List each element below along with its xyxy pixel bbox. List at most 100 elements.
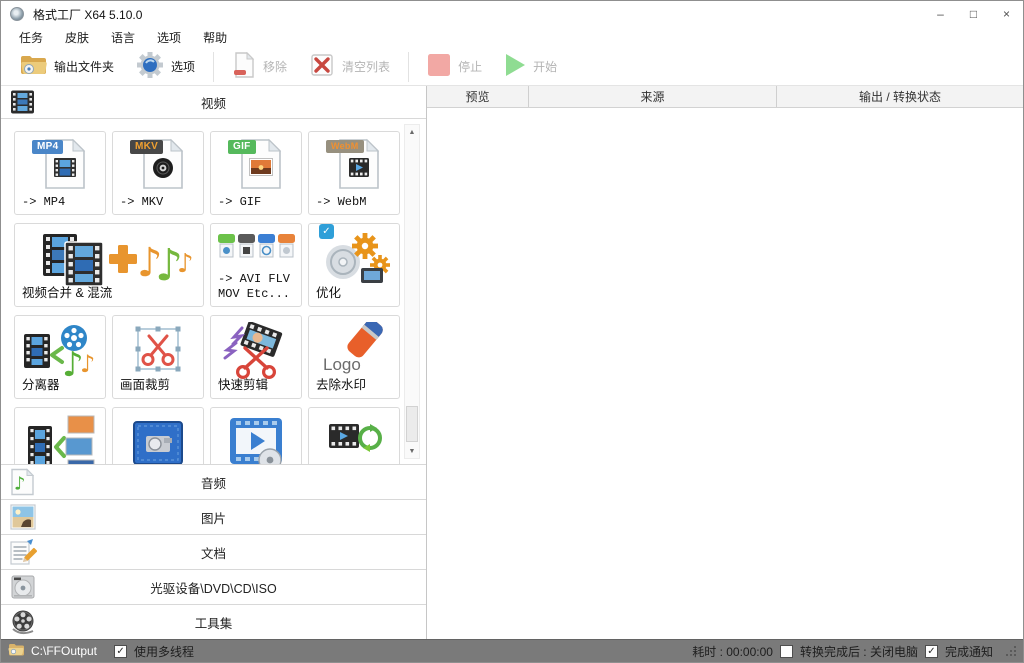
tile-label: 快速剪辑 [218,378,296,394]
column-output-status[interactable]: 输出 / 转换状态 [777,86,1023,107]
audio-note-icon: ♪ [10,469,34,496]
picture-photo-icon [10,504,36,530]
tile-label: -> GIF [218,195,296,210]
task-list-panel: 预览 来源 输出 / 转换状态 [427,86,1023,639]
multi-format-icon [211,230,301,264]
menu-skin[interactable]: 皮肤 [62,29,100,46]
window-title: 格式工厂 X64 5.10.0 [33,6,142,23]
tile-quick-clip[interactable]: 快速剪辑 [210,315,302,399]
tile-to-mkv[interactable]: MKV -> MKV [112,131,204,215]
menu-options[interactable]: 选项 [154,29,192,46]
category-rom-label: 光驱设备\DVD\CD\ISO [1,578,426,597]
category-audio-label: 音频 [1,473,426,492]
video-merge-mux-icon: ♪ ♪ ♪ [15,232,203,286]
category-toolset[interactable]: 工具集 [1,604,426,639]
film-reel-icon [10,609,36,635]
multithread-checkbox[interactable]: ✓ [114,645,127,658]
menu-help[interactable]: 帮助 [200,29,238,46]
toolbar-separator [408,52,409,82]
tile-video-refresh[interactable] [308,407,400,464]
category-rom-dvd-cd-iso[interactable]: 光驱设备\DVD\CD\ISO [1,569,426,604]
mkv-document-icon: MKV [113,138,203,192]
menu-bar: 任务 皮肤 语言 选项 帮助 [1,27,1023,48]
output-folder-label: 输出文件夹 [54,58,114,75]
tile-optimize[interactable]: ✓ 优化 [308,223,400,307]
toolbar: 输出文件夹 选项 [1,48,1023,86]
tile-to-webm[interactable]: WebM -> WebM [308,131,400,215]
options-button[interactable]: 选项 [125,50,206,84]
remove-file-icon [232,52,256,81]
gif-badge: GIF [228,140,256,154]
tile-to-gif[interactable]: GIF -> GIF [210,131,302,215]
video-play-frame-icon [211,414,301,464]
options-label: 选项 [171,58,195,75]
tile-label: -> MKV [120,195,198,210]
minimize-button[interactable]: – [924,1,957,27]
tile-label: 优化 [316,286,394,302]
mkv-badge: MKV [130,140,163,154]
close-button[interactable]: × [990,1,1023,27]
tile-scrollbar[interactable]: ▲ ▼ [404,124,420,459]
menu-task[interactable]: 任务 [16,29,54,46]
tile-label: 去除水印 [316,378,394,394]
mp4-badge: MP4 [32,140,63,154]
output-path-folder-icon[interactable] [8,643,24,659]
tile-to-mp4[interactable]: MP4 -> MP4 [14,131,106,215]
video-refresh-icon [309,414,399,464]
video-tools-grid: MP4 -> MP4 [1,119,426,464]
clear-list-button[interactable]: 清空列表 [298,50,401,84]
filmstrip-icon [10,90,35,115]
svg-text:♪: ♪ [177,249,193,279]
tile-label: 视频合并 & 混流 [22,286,198,302]
tile-to-avi-flv-mov[interactable]: -> AVI FLV MOV Etc... [210,223,302,307]
remove-watermark-eraser-icon: Logo [309,322,399,380]
output-folder-icon [20,54,47,79]
document-pencil-icon [10,539,37,565]
shutdown-checkbox[interactable] [780,645,793,658]
tile-splitter[interactable]: ♪ ♪ 分离器 [14,315,106,399]
video-to-images-icon [15,414,105,464]
category-audio[interactable]: ♪ 音频 [1,464,426,499]
maximize-button[interactable]: □ [957,1,990,27]
main-area: 视频 [1,86,1023,639]
category-video[interactable]: 视频 [1,86,426,119]
svg-text:Logo: Logo [323,355,361,374]
tile-crop[interactable]: 画面裁剪 [112,315,204,399]
splitter-icon: ♪ ♪ [15,322,105,380]
tile-video-merge-mux[interactable]: ♪ ♪ ♪ 视频合并 & 混流 [14,223,204,307]
tile-video-to-images[interactable] [14,407,106,464]
scroll-down-icon[interactable]: ▼ [405,444,419,458]
elapsed-time: 耗时 : 00:00:00 [692,643,773,660]
toolbar-separator [213,52,214,82]
column-preview[interactable]: 预览 [427,86,529,107]
notify-checkbox[interactable]: ✓ [925,645,938,658]
task-list-header: 预览 来源 输出 / 转换状态 [427,86,1023,108]
output-path[interactable]: C:\FFOutput [31,644,97,658]
notify-label: 完成通知 [945,643,993,660]
menu-language[interactable]: 语言 [108,29,146,46]
webm-badge: WebM [326,140,364,153]
tile-video-play-frame[interactable] [210,407,302,464]
category-document[interactable]: 文档 [1,534,426,569]
stop-label: 停止 [458,58,482,75]
tile-remove-watermark[interactable]: Logo 去除水印 [308,315,400,399]
category-video-label: 视频 [1,93,426,112]
start-button[interactable]: 开始 [493,50,568,84]
scroll-up-icon[interactable]: ▲ [405,125,419,139]
webm-document-icon: WebM [309,138,399,192]
status-bar: C:\FFOutput ✓ 使用多线程 耗时 : 00:00:00 转换完成后 … [1,639,1023,662]
tile-label: 分离器 [22,378,100,394]
stop-button[interactable]: 停止 [416,50,493,84]
tile-screen-camera[interactable] [112,407,204,464]
tile-label: -> WebM [316,195,394,210]
column-source[interactable]: 来源 [529,86,777,107]
category-picture[interactable]: 图片 [1,499,426,534]
tile-label: -> AVI FLV MOV Etc... [218,272,296,302]
crop-scissors-icon [113,322,203,378]
start-label: 开始 [533,58,557,75]
resize-grip[interactable] [1006,646,1016,656]
scrollbar-thumb[interactable] [406,406,418,442]
remove-button[interactable]: 移除 [221,50,298,84]
task-list-body[interactable] [427,108,1023,639]
output-folder-button[interactable]: 输出文件夹 [9,50,125,84]
